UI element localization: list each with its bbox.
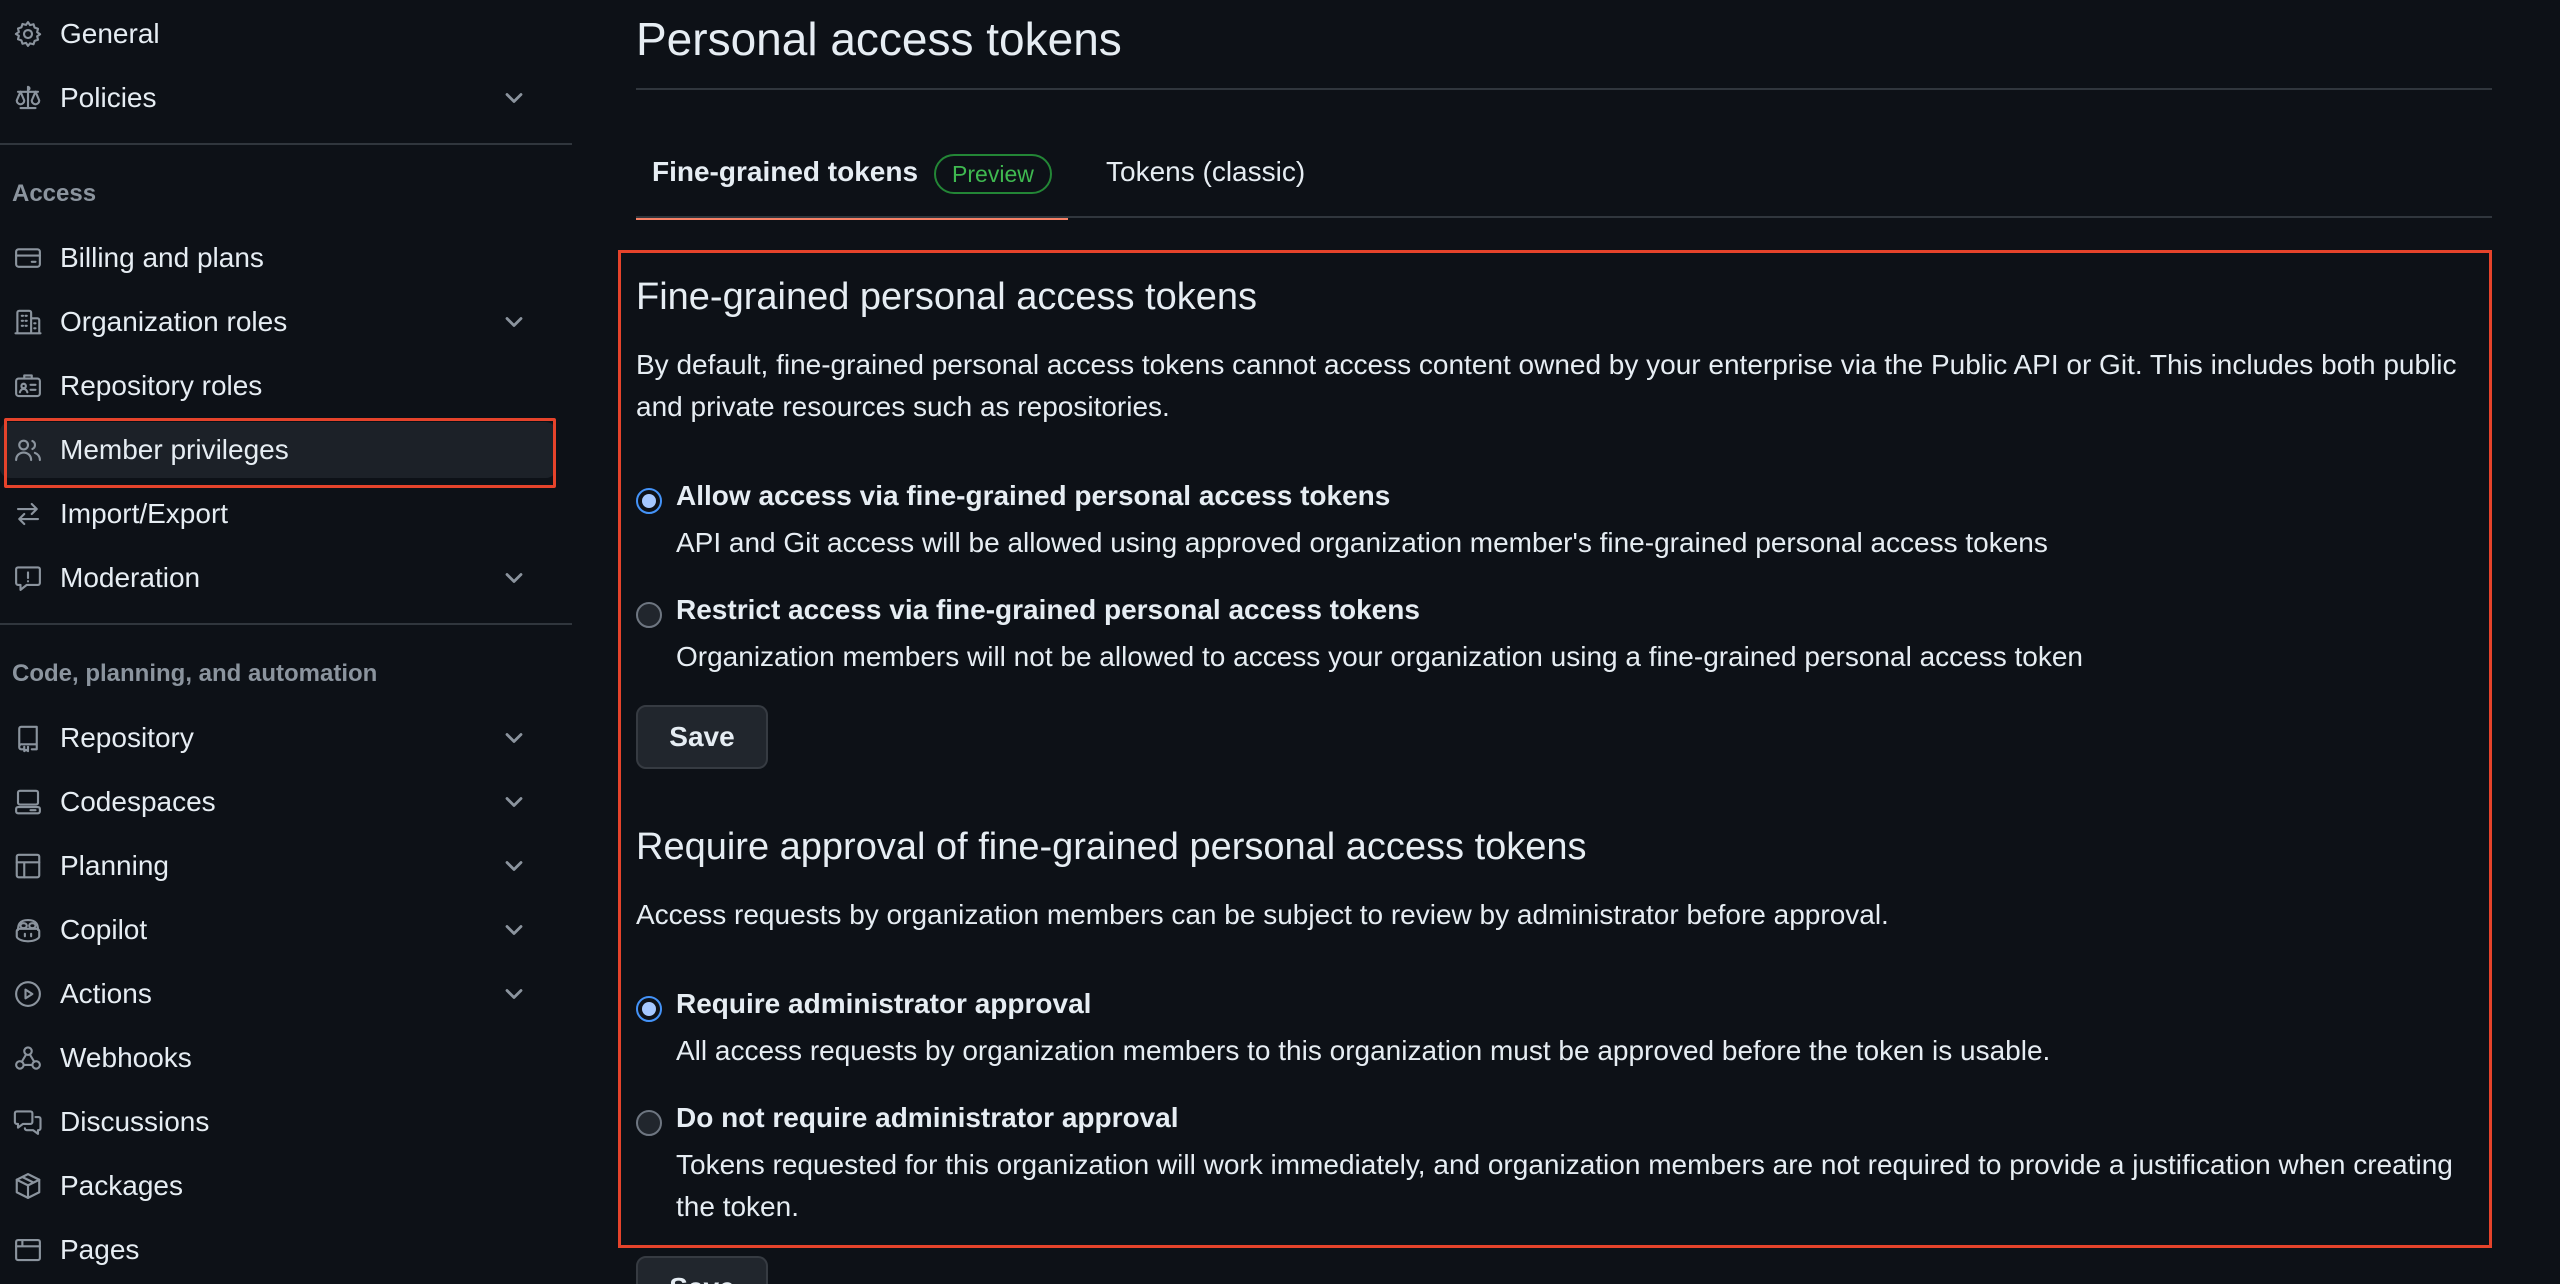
sidebar-item-label: Codespaces	[60, 786, 216, 817]
webhook-icon	[12, 1042, 44, 1074]
restrict-access-radio[interactable]	[636, 602, 662, 628]
sidebar-item-repository-roles[interactable]: Repository roles	[0, 358, 556, 414]
require-approval-radio[interactable]	[636, 996, 662, 1022]
chevron-down-icon[interactable]	[500, 852, 528, 880]
save-button[interactable]: Save	[636, 1256, 768, 1284]
radio-label: Restrict access via fine-grained persona…	[676, 594, 1420, 625]
table-icon	[12, 850, 44, 882]
preview-badge: Preview	[934, 154, 1052, 194]
section-heading-require-approval: Require approval of fine-grained persona…	[636, 826, 1587, 868]
arrow-switch-icon	[12, 498, 44, 530]
sidebar-item-label: Organization roles	[60, 306, 288, 337]
sidebar-item-label: Billing and plans	[60, 242, 264, 273]
credit-card-icon	[12, 242, 44, 274]
gear-icon	[12, 18, 44, 50]
law-icon	[12, 82, 44, 114]
package-icon	[12, 1170, 44, 1202]
sidebar-item-organization-roles[interactable]: Organization roles	[0, 294, 556, 350]
chevron-down-icon[interactable]	[500, 788, 528, 816]
chevron-down-icon[interactable]	[500, 980, 528, 1008]
chevron-down-icon[interactable]	[500, 84, 528, 112]
sidebar-item-label: Member privileges	[60, 434, 289, 465]
chevron-down-icon[interactable]	[500, 916, 528, 944]
sidebar-item-general[interactable]: General	[0, 6, 556, 62]
sidebar-item-label: Policies	[60, 82, 157, 113]
no-approval-radio[interactable]	[636, 1110, 662, 1136]
sidebar-item-pages[interactable]: Pages	[0, 1222, 556, 1278]
report-icon	[12, 562, 44, 594]
sidebar-item-billing-and-plans[interactable]: Billing and plans	[0, 230, 556, 286]
chevron-down-icon[interactable]	[500, 724, 528, 752]
repo-icon	[12, 722, 44, 754]
sidebar-divider	[0, 623, 572, 625]
sidebar-item-actions[interactable]: Actions	[0, 966, 556, 1022]
sidebar-section-heading-code: Code, planning, and automation	[12, 660, 378, 687]
sidebar-item-label: Webhooks	[60, 1042, 192, 1073]
sidebar-divider	[0, 143, 572, 145]
sidebar-item-label: Repository roles	[60, 370, 263, 401]
organization-icon	[12, 306, 44, 338]
sidebar-item-label: Planning	[60, 850, 169, 881]
app-root: General Policies Access Billing and plan…	[0, 0, 2560, 1284]
tab-tokens-classic[interactable]: Tokens (classic)	[1106, 138, 1305, 220]
sidebar-item-label: Pages	[60, 1234, 140, 1265]
sidebar-item-label: Actions	[60, 978, 152, 1009]
radio-note: API and Git access will be allowed using…	[676, 527, 2048, 558]
sidebar-item-webhooks[interactable]: Webhooks	[0, 1030, 556, 1086]
sidebar-item-repository[interactable]: Repository	[0, 710, 556, 766]
sidebar-item-planning[interactable]: Planning	[0, 838, 556, 894]
chevron-down-icon[interactable]	[500, 564, 528, 592]
people-icon	[12, 434, 44, 466]
sidebar-item-label: Packages	[60, 1170, 183, 1201]
sidebar-item-copilot[interactable]: Copilot	[0, 902, 556, 958]
sidebar-item-import-export[interactable]: Import/Export	[0, 486, 556, 542]
id-badge-icon	[12, 370, 44, 402]
chevron-down-icon[interactable]	[500, 308, 528, 336]
sidebar-item-label: Copilot	[60, 914, 148, 945]
section-heading-fine-grained: Fine-grained personal access tokens	[636, 276, 1258, 318]
allow-access-radio[interactable]	[636, 488, 662, 514]
sidebar-item-label: General	[60, 18, 160, 49]
sidebar-item-label: Discussions	[60, 1106, 210, 1137]
section-description: Access requests by organization members …	[636, 899, 1889, 930]
save-button[interactable]: Save	[636, 705, 768, 769]
comment-discussion-icon	[12, 1106, 44, 1138]
page-title: Personal access tokens	[636, 13, 1122, 65]
sidebar-item-policies[interactable]: Policies	[0, 70, 556, 126]
browser-icon	[12, 1234, 44, 1266]
main-content: Personal access tokens Fine-grained toke…	[618, 0, 2492, 1284]
sidebar-item-codespaces[interactable]: Codespaces	[0, 774, 556, 830]
sidebar-item-moderation[interactable]: Moderation	[0, 550, 556, 606]
radio-label: Do not require administrator approval	[676, 1102, 1179, 1133]
radio-note: All access requests by organization memb…	[676, 1035, 2051, 1066]
sidebar-item-member-privileges[interactable]: Member privileges	[0, 422, 556, 478]
tab-fine-grained-tokens[interactable]: Fine-grained tokens Preview	[636, 138, 1068, 220]
radio-note: Organization members will not be allowed…	[676, 641, 2083, 672]
title-divider	[636, 88, 2492, 90]
sidebar-section-heading-access: Access	[12, 180, 97, 207]
sidebar-item-label: Import/Export	[60, 498, 229, 529]
tab-label: Tokens (classic)	[1106, 156, 1306, 187]
copilot-icon	[12, 914, 44, 946]
radio-label: Allow access via fine-grained personal a…	[676, 480, 1391, 511]
sidebar-item-label: Moderation	[60, 562, 201, 593]
radio-note: Tokens requested for this organization w…	[676, 1149, 2453, 1222]
settings-sidebar: General Policies Access Billing and plan…	[0, 0, 572, 1284]
sidebar-item-label: Repository	[60, 722, 194, 753]
tab-label: Fine-grained tokens	[652, 156, 919, 187]
radio-label: Require administrator approval	[676, 988, 1092, 1019]
sidebar-item-discussions[interactable]: Discussions	[0, 1094, 556, 1150]
section-description: By default, fine-grained personal access…	[636, 349, 2457, 422]
play-icon	[12, 978, 44, 1010]
codespaces-icon	[12, 786, 44, 818]
tabs-divider	[636, 216, 2492, 218]
sidebar-item-packages[interactable]: Packages	[0, 1158, 556, 1214]
